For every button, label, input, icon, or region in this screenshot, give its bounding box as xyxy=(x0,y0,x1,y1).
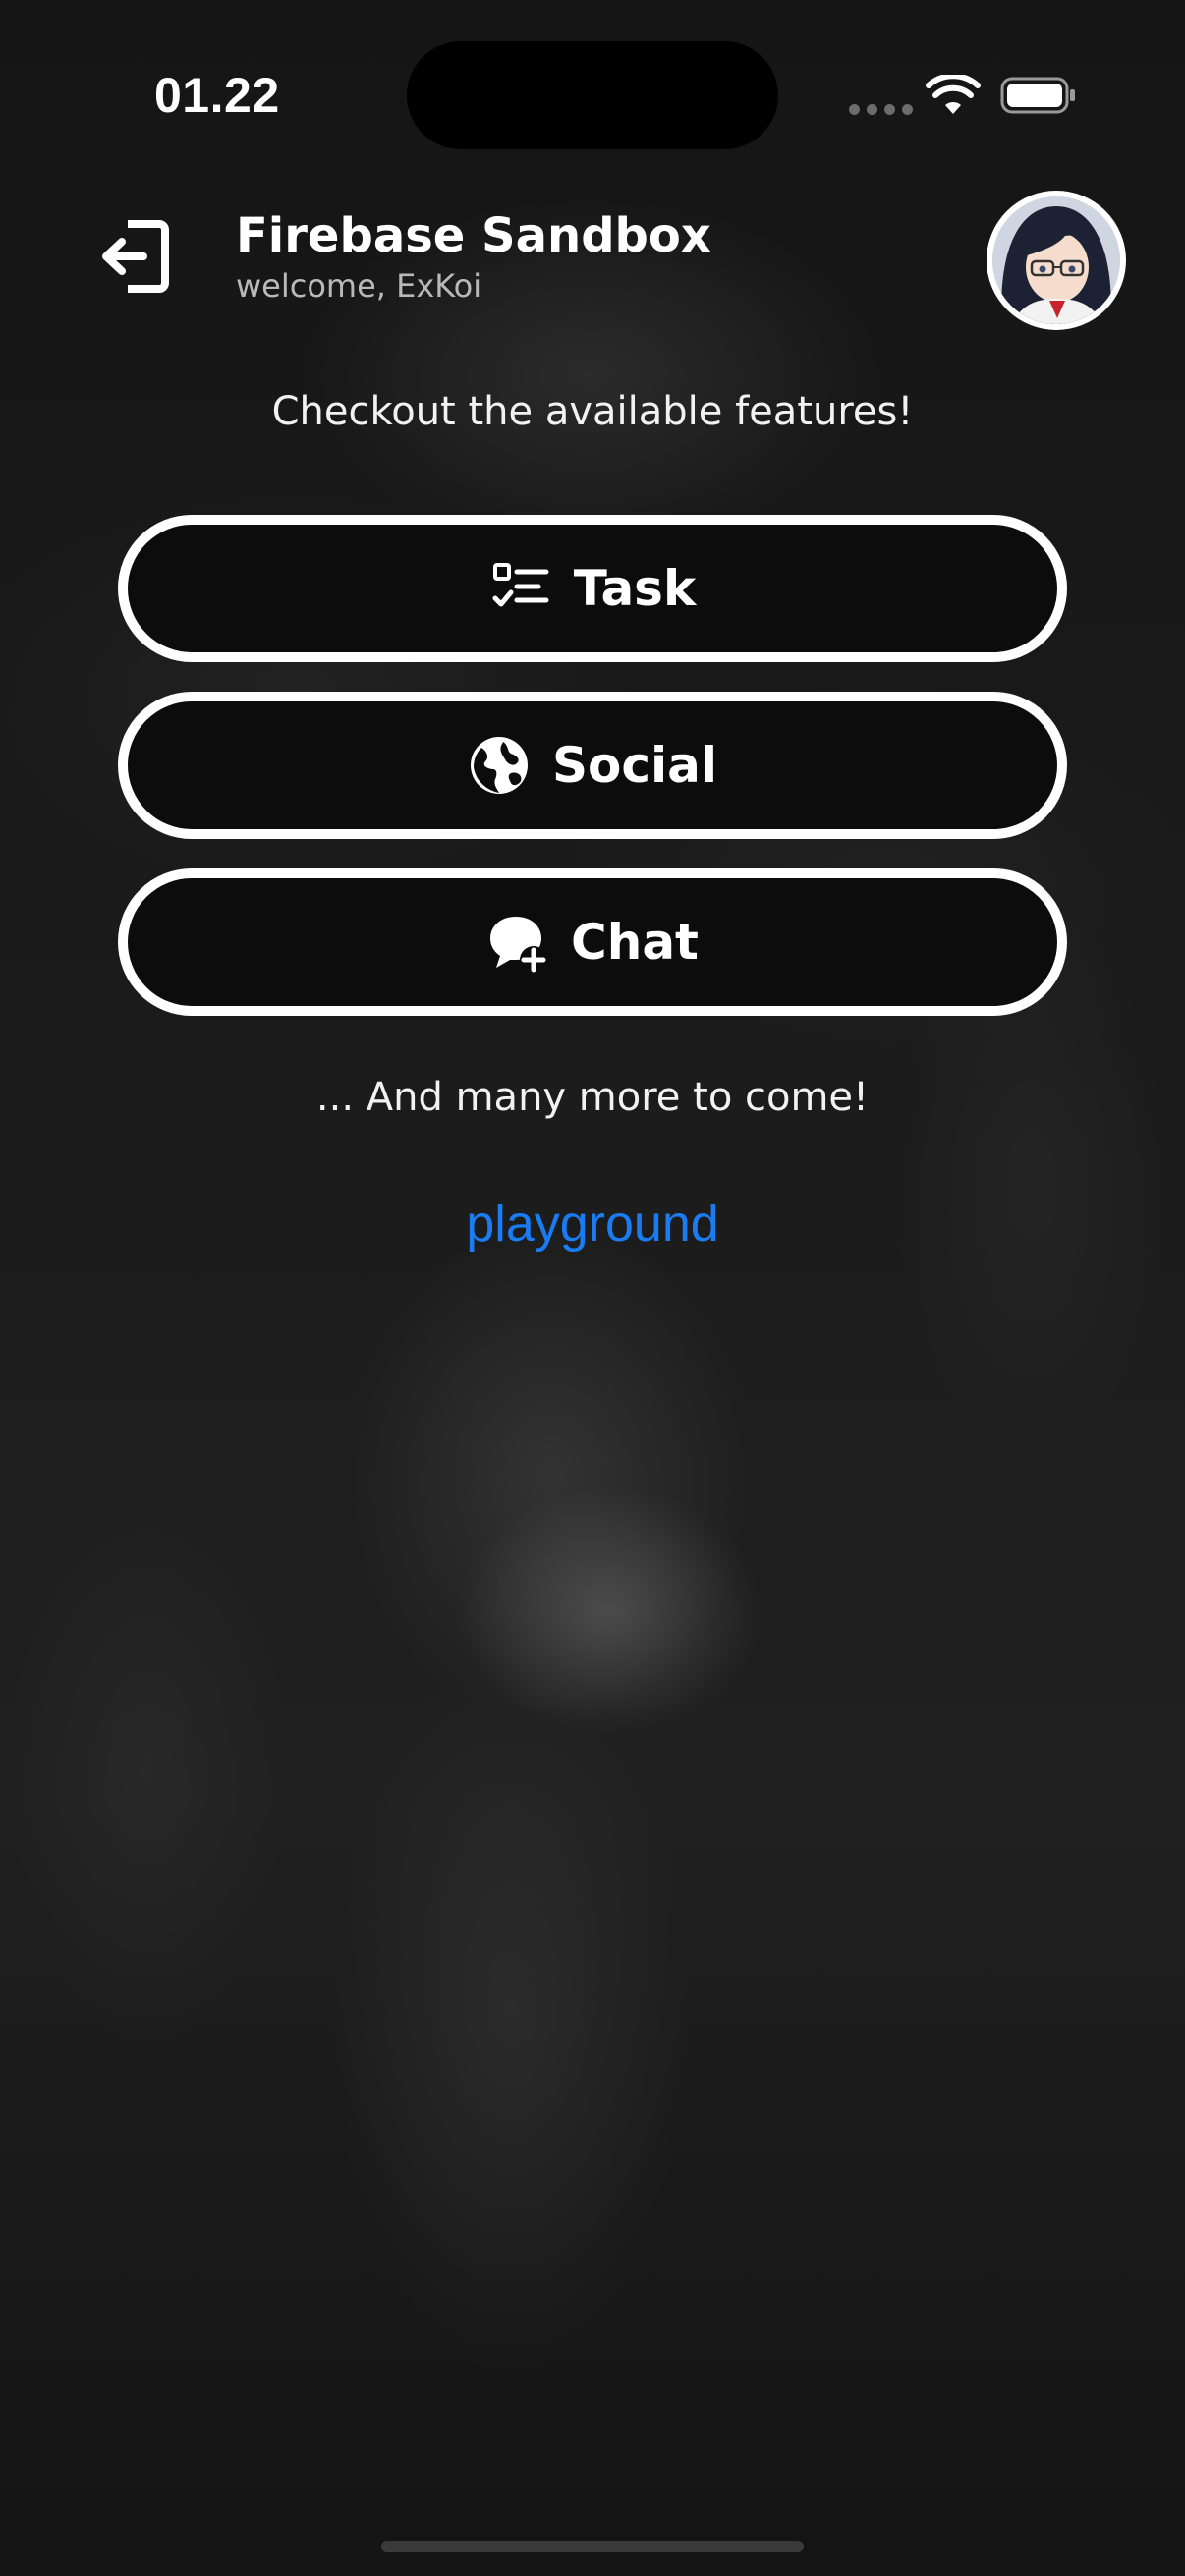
social-button-label: Social xyxy=(551,737,718,794)
chat-add-icon xyxy=(490,917,548,974)
more-coming-text: ... And many more to come! xyxy=(315,1075,870,1120)
avatar[interactable] xyxy=(987,191,1126,330)
checklist-icon xyxy=(492,563,549,607)
playground-link[interactable]: playground xyxy=(0,1195,1185,1254)
task-button-label: Task xyxy=(573,560,697,617)
battery-icon xyxy=(1000,77,1075,114)
avatar-image xyxy=(992,196,1120,324)
status-time: 01.22 xyxy=(154,68,280,123)
features-intro: Checkout the available features! xyxy=(271,389,914,434)
home-screen: 01.22 Firebase Sandbox welcome, ExKoi Ch… xyxy=(0,0,1185,2576)
welcome-subtitle: welcome, ExKoi xyxy=(236,267,482,305)
dynamic-island xyxy=(407,41,778,149)
home-indicator[interactable] xyxy=(381,2541,804,2552)
chat-button[interactable]: Chat xyxy=(118,868,1067,1016)
social-button[interactable]: Social xyxy=(118,692,1067,839)
chat-button-label: Chat xyxy=(571,914,699,971)
globe-icon xyxy=(470,737,528,794)
app-title: Firebase Sandbox xyxy=(236,208,711,263)
logout-icon[interactable] xyxy=(98,218,171,295)
cellular-icon xyxy=(849,104,913,115)
wifi-icon xyxy=(926,75,981,114)
task-button[interactable]: Task xyxy=(118,515,1067,662)
